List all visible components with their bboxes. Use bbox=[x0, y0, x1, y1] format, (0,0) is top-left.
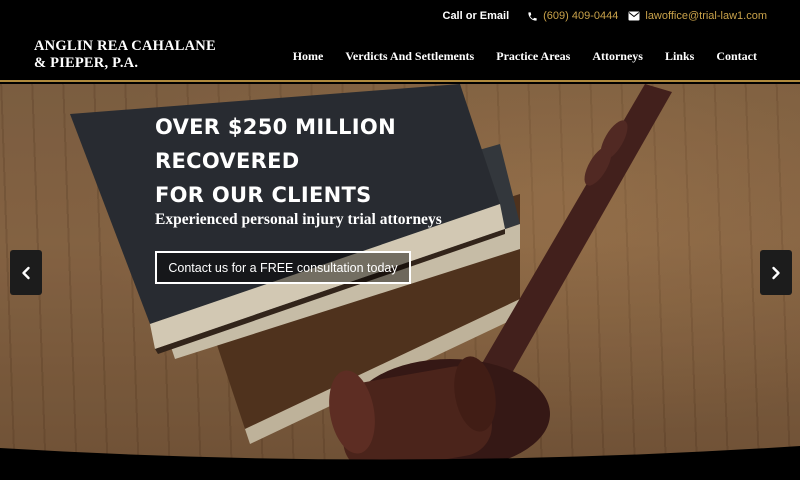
hero-slider: OVER $250 MILLION RECOVERED FOR OUR CLIE… bbox=[0, 84, 800, 480]
hero-bottom-curve bbox=[0, 446, 800, 480]
slider-prev-button[interactable] bbox=[10, 250, 42, 295]
headline-line-3: FOR OUR CLIENTS bbox=[155, 183, 372, 207]
free-consultation-button[interactable]: Contact us for a FREE consultation today bbox=[155, 251, 411, 284]
top-contact-bar: Call or Email (609) 409-0444 lawoffice@t… bbox=[0, 0, 800, 32]
nav-verdicts-and-settlements[interactable]: Verdicts And Settlements bbox=[345, 49, 474, 64]
hero-headline: OVER $250 MILLION RECOVERED FOR OUR CLIE… bbox=[155, 110, 475, 212]
nav-links[interactable]: Links bbox=[665, 49, 694, 64]
email-link[interactable]: lawoffice@trial-law1.com bbox=[628, 10, 767, 22]
hero-subheadline: Experienced personal injury trial attorn… bbox=[155, 211, 442, 228]
phone-number: (609) 409-0444 bbox=[543, 10, 619, 22]
site-header: ANGLIN REA CAHALANE & PIEPER, P.A. Home … bbox=[0, 32, 800, 82]
chevron-left-icon bbox=[22, 266, 30, 279]
slider-next-button[interactable] bbox=[760, 250, 792, 295]
envelope-icon bbox=[628, 11, 640, 21]
nav-home[interactable]: Home bbox=[293, 49, 324, 64]
main-nav: Home Verdicts And Settlements Practice A… bbox=[293, 49, 757, 64]
nav-contact[interactable]: Contact bbox=[716, 49, 757, 64]
call-or-email-label: Call or Email bbox=[442, 10, 510, 22]
nav-practice-areas[interactable]: Practice Areas bbox=[496, 49, 570, 64]
site-logo[interactable]: ANGLIN REA CAHALANE & PIEPER, P.A. bbox=[34, 38, 244, 72]
headline-line-1: OVER $250 MILLION bbox=[155, 115, 396, 139]
email-address: lawoffice@trial-law1.com bbox=[645, 10, 767, 22]
logo-line-2: & PIEPER, P.A. bbox=[34, 55, 139, 71]
nav-attorneys[interactable]: Attorneys bbox=[592, 49, 643, 64]
logo-line-1: ANGLIN REA CAHALANE bbox=[34, 38, 216, 54]
phone-link[interactable]: (609) 409-0444 bbox=[527, 10, 618, 22]
chevron-right-icon bbox=[772, 266, 780, 279]
phone-icon bbox=[528, 11, 537, 21]
headline-line-2: RECOVERED bbox=[155, 149, 300, 173]
